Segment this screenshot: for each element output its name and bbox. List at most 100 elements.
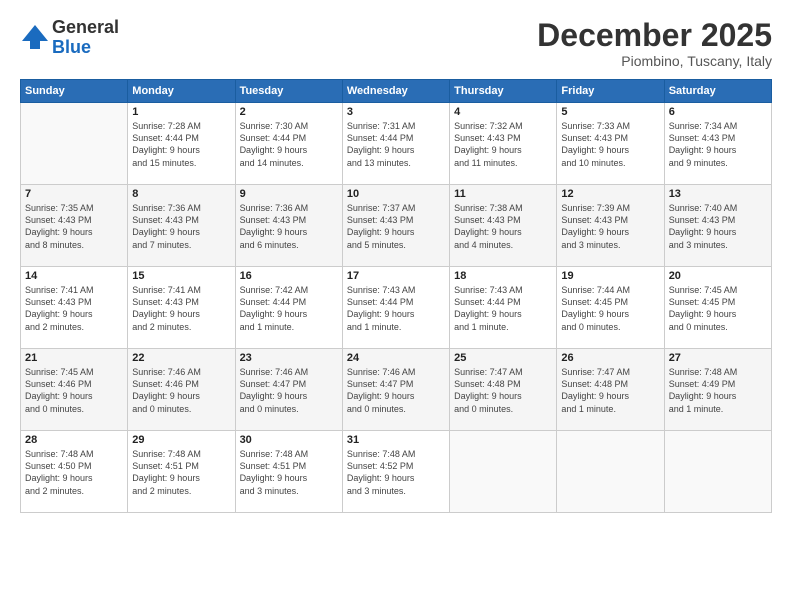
day-info: Sunrise: 7:48 AM Sunset: 4:49 PM Dayligh… bbox=[669, 366, 767, 415]
month-title: December 2025 bbox=[537, 18, 772, 53]
day-info: Sunrise: 7:38 AM Sunset: 4:43 PM Dayligh… bbox=[454, 202, 552, 251]
calendar-cell: 6Sunrise: 7:34 AM Sunset: 4:43 PM Daylig… bbox=[664, 103, 771, 185]
calendar-cell: 5Sunrise: 7:33 AM Sunset: 4:43 PM Daylig… bbox=[557, 103, 664, 185]
calendar-cell: 4 Sunrise: 7:32 AM Sunset: 4:43 PM Daylig… bbox=[450, 103, 557, 185]
calendar-cell: 19 Sunrise: 7:44 AM Sunset: 4:45 PM Dayli… bbox=[557, 267, 664, 349]
day-info: Sunrise: 7:34 AM Sunset: 4:43 PM Dayligh… bbox=[669, 120, 767, 169]
calendar-cell: 14 Sunrise: 7:41 AM Sunset: 4:43 PM Dayli… bbox=[21, 267, 128, 349]
day-info: Sunrise: 7:28 AM Sunset: 4:44 PM Dayligh… bbox=[132, 120, 230, 169]
logo: General Blue bbox=[20, 18, 119, 58]
day-number: 29 bbox=[132, 434, 230, 446]
day-info: Sunrise: 7:42 AM Sunset: 4:44 PM Dayligh… bbox=[240, 284, 338, 333]
day-info: Sunrise: 7:48 AM Sunset: 4:51 PM Dayligh… bbox=[132, 448, 230, 497]
day-number: 15 bbox=[132, 270, 230, 282]
calendar-cell: 1 Sunrise: 7:28 AM Sunset: 4:44 PM Daylig… bbox=[128, 103, 235, 185]
calendar-week-row: 14 Sunrise: 7:41 AM Sunset: 4:43 PM Dayli… bbox=[21, 267, 772, 349]
calendar-header-saturday: Saturday bbox=[664, 80, 771, 103]
calendar-cell: 24Sunrise: 7:46 AM Sunset: 4:47 PM Dayli… bbox=[342, 349, 449, 431]
day-info: Sunrise: 7:45 AM Sunset: 4:46 PM Dayligh… bbox=[25, 366, 123, 415]
day-number: 20 bbox=[669, 270, 767, 282]
day-info: Sunrise: 7:46 AM Sunset: 4:47 PM Dayligh… bbox=[240, 366, 338, 415]
calendar-cell: 26 Sunrise: 7:47 AM Sunset: 4:48 PM Dayli… bbox=[557, 349, 664, 431]
day-info: Sunrise: 7:48 AM Sunset: 4:50 PM Dayligh… bbox=[25, 448, 123, 497]
day-info: Sunrise: 7:32 AM Sunset: 4:43 PM Dayligh… bbox=[454, 120, 552, 169]
day-number: 3 bbox=[347, 106, 445, 118]
logo-blue: Blue bbox=[52, 38, 119, 58]
calendar-cell bbox=[664, 431, 771, 513]
day-number: 25 bbox=[454, 352, 552, 364]
calendar-cell: 12Sunrise: 7:39 AM Sunset: 4:43 PM Dayli… bbox=[557, 185, 664, 267]
location-subtitle: Piombino, Tuscany, Italy bbox=[537, 53, 772, 69]
calendar-cell: 13Sunrise: 7:40 AM Sunset: 4:43 PM Dayli… bbox=[664, 185, 771, 267]
calendar-week-row: 1 Sunrise: 7:28 AM Sunset: 4:44 PM Daylig… bbox=[21, 103, 772, 185]
calendar-header-sunday: Sunday bbox=[21, 80, 128, 103]
day-info: Sunrise: 7:41 AM Sunset: 4:43 PM Dayligh… bbox=[132, 284, 230, 333]
calendar-header-monday: Monday bbox=[128, 80, 235, 103]
calendar-cell: 23 Sunrise: 7:46 AM Sunset: 4:47 PM Dayli… bbox=[235, 349, 342, 431]
day-number: 10 bbox=[347, 188, 445, 200]
day-number: 21 bbox=[25, 352, 123, 364]
day-info: Sunrise: 7:47 AM Sunset: 4:48 PM Dayligh… bbox=[561, 366, 659, 415]
day-info: Sunrise: 7:37 AM Sunset: 4:43 PM Dayligh… bbox=[347, 202, 445, 251]
calendar-cell: 10 Sunrise: 7:37 AM Sunset: 4:43 PM Dayli… bbox=[342, 185, 449, 267]
day-number: 14 bbox=[25, 270, 123, 282]
logo-icon bbox=[20, 23, 50, 53]
day-number: 9 bbox=[240, 188, 338, 200]
day-info: Sunrise: 7:41 AM Sunset: 4:43 PM Dayligh… bbox=[25, 284, 123, 333]
page: General Blue December 2025 Piombino, Tus… bbox=[0, 0, 792, 612]
day-info: Sunrise: 7:45 AM Sunset: 4:45 PM Dayligh… bbox=[669, 284, 767, 333]
calendar-cell bbox=[450, 431, 557, 513]
day-number: 22 bbox=[132, 352, 230, 364]
logo-text: General Blue bbox=[52, 18, 119, 58]
day-info: Sunrise: 7:40 AM Sunset: 4:43 PM Dayligh… bbox=[669, 202, 767, 251]
day-info: Sunrise: 7:35 AM Sunset: 4:43 PM Dayligh… bbox=[25, 202, 123, 251]
calendar-week-row: 21 Sunrise: 7:45 AM Sunset: 4:46 PM Dayli… bbox=[21, 349, 772, 431]
day-number: 18 bbox=[454, 270, 552, 282]
calendar-cell: 31Sunrise: 7:48 AM Sunset: 4:52 PM Dayli… bbox=[342, 431, 449, 513]
calendar-cell: 17 Sunrise: 7:43 AM Sunset: 4:44 PM Dayli… bbox=[342, 267, 449, 349]
day-info: Sunrise: 7:33 AM Sunset: 4:43 PM Dayligh… bbox=[561, 120, 659, 169]
day-number: 23 bbox=[240, 352, 338, 364]
calendar-header-tuesday: Tuesday bbox=[235, 80, 342, 103]
day-info: Sunrise: 7:46 AM Sunset: 4:46 PM Dayligh… bbox=[132, 366, 230, 415]
calendar-cell: 15 Sunrise: 7:41 AM Sunset: 4:43 PM Dayli… bbox=[128, 267, 235, 349]
calendar-cell: 29 Sunrise: 7:48 AM Sunset: 4:51 PM Dayli… bbox=[128, 431, 235, 513]
day-number: 11 bbox=[454, 188, 552, 200]
calendar-header-wednesday: Wednesday bbox=[342, 80, 449, 103]
title-section: December 2025 Piombino, Tuscany, Italy bbox=[537, 18, 772, 69]
calendar-cell: 22 Sunrise: 7:46 AM Sunset: 4:46 PM Dayli… bbox=[128, 349, 235, 431]
calendar-cell: 30Sunrise: 7:48 AM Sunset: 4:51 PM Dayli… bbox=[235, 431, 342, 513]
day-number: 16 bbox=[240, 270, 338, 282]
calendar-cell: 25Sunrise: 7:47 AM Sunset: 4:48 PM Dayli… bbox=[450, 349, 557, 431]
day-info: Sunrise: 7:36 AM Sunset: 4:43 PM Dayligh… bbox=[240, 202, 338, 251]
calendar-cell: 20 Sunrise: 7:45 AM Sunset: 4:45 PM Dayli… bbox=[664, 267, 771, 349]
day-number: 28 bbox=[25, 434, 123, 446]
calendar-week-row: 7 Sunrise: 7:35 AM Sunset: 4:43 PM Daylig… bbox=[21, 185, 772, 267]
calendar-cell: 2Sunrise: 7:30 AM Sunset: 4:44 PM Daylig… bbox=[235, 103, 342, 185]
calendar-cell: 18 Sunrise: 7:43 AM Sunset: 4:44 PM Dayli… bbox=[450, 267, 557, 349]
calendar-cell bbox=[557, 431, 664, 513]
day-number: 26 bbox=[561, 352, 659, 364]
calendar-week-row: 28 Sunrise: 7:48 AM Sunset: 4:50 PM Dayli… bbox=[21, 431, 772, 513]
calendar-header-friday: Friday bbox=[557, 80, 664, 103]
day-info: Sunrise: 7:31 AM Sunset: 4:44 PM Dayligh… bbox=[347, 120, 445, 169]
day-number: 27 bbox=[669, 352, 767, 364]
day-number: 4 bbox=[454, 106, 552, 118]
day-number: 17 bbox=[347, 270, 445, 282]
day-number: 30 bbox=[240, 434, 338, 446]
calendar-cell: 21 Sunrise: 7:45 AM Sunset: 4:46 PM Dayli… bbox=[21, 349, 128, 431]
day-number: 31 bbox=[347, 434, 445, 446]
calendar-cell: 9 Sunrise: 7:36 AM Sunset: 4:43 PM Daylig… bbox=[235, 185, 342, 267]
day-number: 7 bbox=[25, 188, 123, 200]
calendar-cell: 27 Sunrise: 7:48 AM Sunset: 4:49 PM Dayli… bbox=[664, 349, 771, 431]
day-number: 2 bbox=[240, 106, 338, 118]
day-number: 19 bbox=[561, 270, 659, 282]
day-info: Sunrise: 7:43 AM Sunset: 4:44 PM Dayligh… bbox=[347, 284, 445, 333]
day-number: 12 bbox=[561, 188, 659, 200]
day-number: 1 bbox=[132, 106, 230, 118]
day-number: 8 bbox=[132, 188, 230, 200]
calendar-cell: 28 Sunrise: 7:48 AM Sunset: 4:50 PM Dayli… bbox=[21, 431, 128, 513]
calendar-cell: 8Sunrise: 7:36 AM Sunset: 4:43 PM Daylig… bbox=[128, 185, 235, 267]
day-info: Sunrise: 7:43 AM Sunset: 4:44 PM Dayligh… bbox=[454, 284, 552, 333]
day-info: Sunrise: 7:44 AM Sunset: 4:45 PM Dayligh… bbox=[561, 284, 659, 333]
